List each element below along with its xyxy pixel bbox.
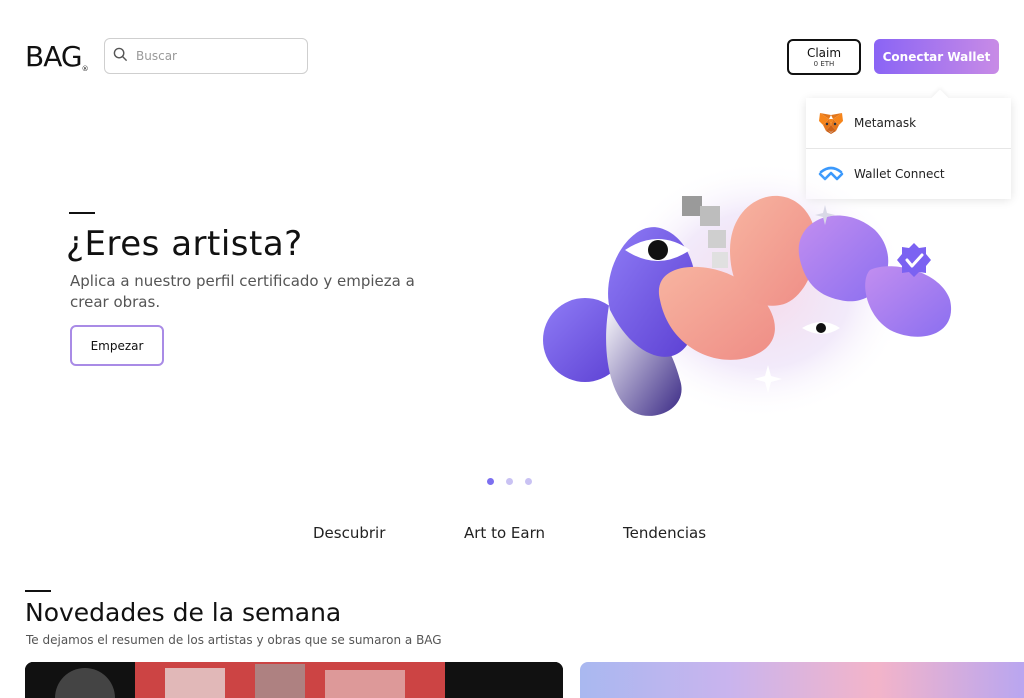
carousel-dot-1[interactable] xyxy=(487,478,494,485)
connect-wallet-button[interactable]: Conectar Wallet xyxy=(874,39,999,74)
pixel-block xyxy=(682,196,702,216)
artwork-card[interactable] xyxy=(25,662,563,698)
pixel-block xyxy=(712,252,728,268)
artwork-thumbnail xyxy=(25,662,563,698)
nav-link-descubrir[interactable]: Descubrir xyxy=(313,524,385,542)
section-title: Novedades de la semana xyxy=(25,598,342,627)
hero-subtitle: Aplica a nuestro perfil certificado y em… xyxy=(70,272,415,311)
search-box[interactable] xyxy=(104,38,308,74)
small-eye-pupil xyxy=(816,323,826,333)
logo-registered-mark: ® xyxy=(81,65,89,73)
hero-accent-bar xyxy=(69,212,95,214)
wallet-option-metamask[interactable]: Metamask xyxy=(806,98,1011,148)
pixel-block xyxy=(700,206,720,226)
metamask-fox-icon xyxy=(818,110,844,136)
start-button[interactable]: Empezar xyxy=(70,325,164,366)
carousel-dot-2[interactable] xyxy=(506,478,513,485)
wallet-option-label: Metamask xyxy=(854,116,917,130)
search-icon xyxy=(113,47,128,66)
claim-amount: 0 ETH xyxy=(813,59,835,68)
hero-title: ¿Eres artista? xyxy=(66,224,303,264)
pixel-block xyxy=(708,230,726,248)
section-subtitle: Te dejamos el resumen de los artistas y … xyxy=(26,633,442,647)
search-input[interactable] xyxy=(134,48,307,64)
eye-pupil xyxy=(648,240,668,260)
logo-text: BAG xyxy=(25,40,83,73)
verified-badge-icon xyxy=(897,243,931,277)
artwork-card[interactable] xyxy=(580,662,1024,698)
nav-link-art-to-earn[interactable]: Art to Earn xyxy=(464,524,545,542)
nav-link-tendencias[interactable]: Tendencias xyxy=(623,524,706,542)
hero-illustration xyxy=(543,160,952,420)
section-accent-bar xyxy=(25,590,51,592)
claim-label: Claim xyxy=(806,45,842,60)
claim-button[interactable]: Claim 0 ETH xyxy=(787,39,861,75)
bag-logo[interactable]: BAG® xyxy=(25,40,89,73)
carousel-dot-3[interactable] xyxy=(525,478,532,485)
carousel-dots xyxy=(487,478,532,485)
